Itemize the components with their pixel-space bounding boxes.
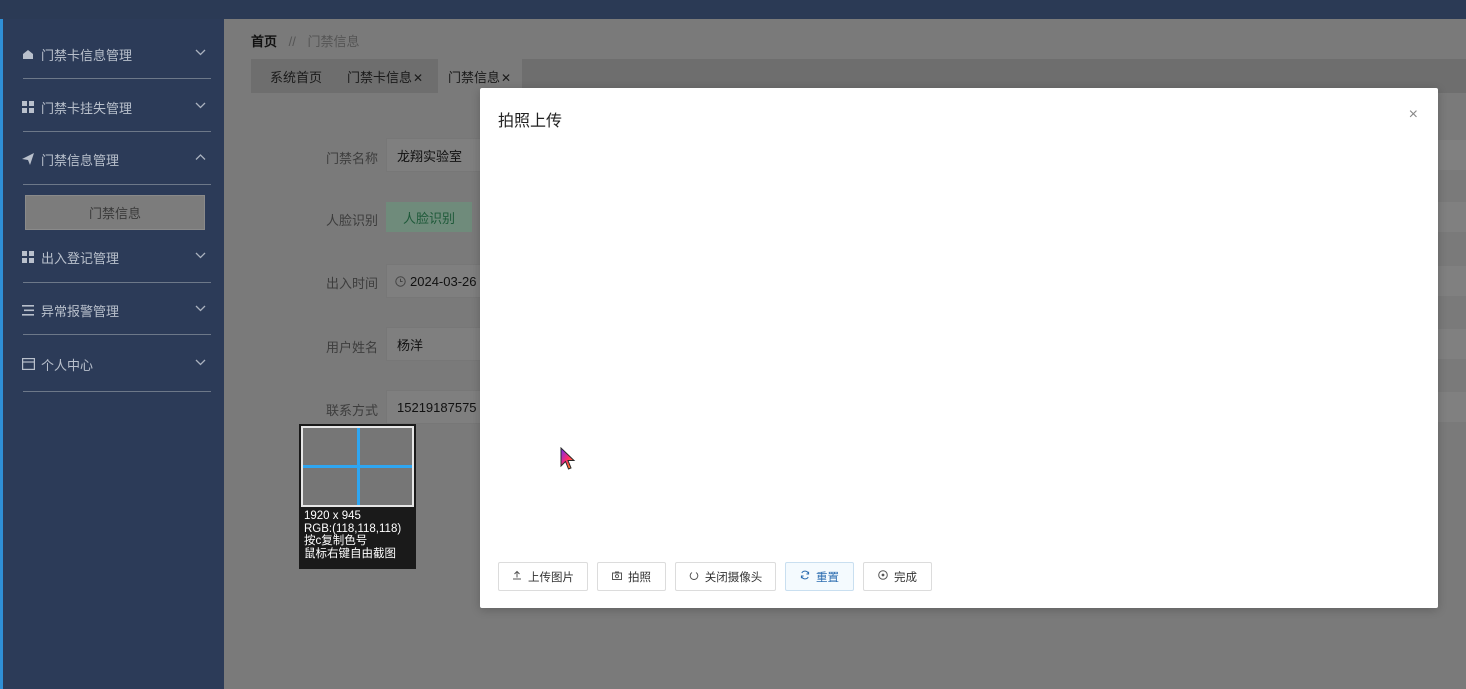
sidebar-item-label: 门禁卡挂失管理	[41, 100, 133, 116]
breadcrumb-home[interactable]: 首页	[251, 34, 277, 49]
divider	[23, 334, 211, 335]
contact-field[interactable]: 15219187575	[386, 390, 486, 424]
refresh-icon	[800, 570, 810, 583]
button-label: 完成	[894, 571, 917, 584]
contact-label: 联系方式	[326, 403, 379, 418]
top-bar	[0, 0, 1466, 19]
clock-icon	[395, 275, 406, 287]
entry-time-field[interactable]: 2024-03-26	[386, 264, 486, 298]
chevron-down-icon	[195, 357, 207, 369]
grid-icon	[21, 101, 35, 113]
face-recognition-button[interactable]: 人脸识别	[386, 202, 472, 232]
upload-icon	[512, 570, 522, 583]
sidebar-item-card-info[interactable]: 门禁卡信息管理	[21, 39, 211, 69]
upload-image-button[interactable]: 上传图片	[498, 562, 588, 591]
dialog-title: 拍照上传	[498, 113, 563, 130]
mouse-cursor-icon	[560, 446, 578, 476]
divider	[23, 391, 211, 392]
field-edge	[1438, 329, 1466, 359]
user-name-label: 用户姓名	[326, 340, 379, 355]
breadcrumb-separator: //	[288, 34, 296, 49]
tab-card-info[interactable]: 门禁卡信息✕	[347, 59, 423, 93]
grid-icon	[21, 251, 35, 263]
list-icon	[21, 304, 35, 316]
divider	[23, 282, 211, 283]
magnifier-hint-capture: 鼠标右键自由截图	[304, 547, 396, 560]
screenshot-magnifier: 1920 x 945 RGB:(118,118,118) 按c复制色号 鼠标右键…	[299, 424, 416, 569]
breadcrumb: 首页 // 门禁信息	[251, 31, 360, 50]
reset-button[interactable]: 重置	[785, 562, 854, 591]
sidebar-item-label: 异常报警管理	[41, 303, 120, 319]
home-icon	[21, 48, 35, 60]
access-name-label: 门禁名称	[326, 151, 379, 166]
tab-label: 门禁卡信息	[347, 70, 413, 85]
user-name-field[interactable]: 杨洋	[386, 327, 486, 361]
button-label: 重置	[816, 571, 839, 584]
crosshair-vertical	[357, 428, 360, 505]
magnifier-info: 1920 x 945 RGB:(118,118,118) 按c复制色号 鼠标右键…	[304, 510, 401, 560]
button-label: 上传图片	[528, 571, 574, 584]
sidebar-item-entry-log[interactable]: 出入登记管理	[21, 242, 211, 272]
tab-label: 门禁信息	[448, 70, 501, 85]
sidebar-item-alarm[interactable]: 异常报警管理	[21, 295, 211, 325]
divider	[23, 78, 211, 79]
magnifier-hint-copy: 按c复制色号	[304, 535, 368, 547]
photo-upload-dialog: 拍照上传 × 上传图片 拍照 关闭摄像头 重置 完成	[480, 88, 1438, 608]
sidebar-item-label: 出入登记管理	[41, 250, 120, 266]
sidebar-item-label: 门禁信息管理	[41, 152, 120, 168]
magnifier-size: 1920 x 945	[304, 510, 361, 522]
chevron-down-icon	[195, 100, 207, 112]
send-icon	[21, 153, 35, 165]
entry-time-label: 出入时间	[326, 276, 379, 291]
chevron-up-icon	[195, 152, 207, 164]
sidebar: 门禁卡信息管理 门禁卡挂失管理 门禁信息管理 门禁信息 出入登记管理 异常报警管…	[0, 19, 224, 689]
magnifier-rgb: RGB:(118,118,118)	[304, 522, 402, 535]
close-icon[interactable]: ×	[1409, 106, 1418, 124]
chevron-down-icon	[195, 250, 207, 262]
tab-home[interactable]: 系统首页	[270, 59, 322, 93]
entry-time-value: 2024-03-26	[410, 273, 477, 289]
sidebar-item-label: 门禁卡信息管理	[41, 47, 133, 63]
sidebar-item-profile[interactable]: 个人中心	[21, 349, 211, 379]
button-label: 关闭摄像头	[704, 571, 763, 584]
field-edge	[1438, 266, 1466, 296]
sidebar-item-access-info[interactable]: 门禁信息管理	[21, 144, 211, 174]
chevron-down-icon	[195, 303, 207, 315]
power-icon	[689, 570, 699, 583]
check-circle-icon	[878, 570, 888, 583]
breadcrumb-current: 门禁信息	[307, 34, 360, 49]
close-icon[interactable]: ✕	[501, 71, 511, 85]
sidebar-subitem-access-info[interactable]: 门禁信息	[25, 195, 205, 230]
capture-button[interactable]: 拍照	[597, 562, 666, 591]
camera-icon	[612, 571, 622, 583]
close-icon[interactable]: ✕	[413, 71, 423, 85]
chevron-down-icon	[195, 47, 207, 59]
sidebar-item-label: 个人中心	[41, 357, 94, 373]
done-button[interactable]: 完成	[863, 562, 932, 591]
divider	[23, 184, 211, 185]
tab-label: 系统首页	[270, 70, 323, 85]
close-camera-button[interactable]: 关闭摄像头	[675, 562, 776, 591]
field-edge	[1438, 392, 1466, 422]
face-recognition-label: 人脸识别	[326, 213, 379, 228]
magnifier-zoom-view	[301, 426, 414, 507]
access-name-field[interactable]: 龙翔实验室	[386, 138, 486, 172]
divider	[23, 131, 211, 132]
card-icon	[21, 358, 35, 370]
field-edge	[1438, 140, 1466, 170]
field-edge	[1438, 202, 1466, 232]
sidebar-item-card-loss[interactable]: 门禁卡挂失管理	[21, 92, 211, 122]
button-label: 拍照	[628, 571, 651, 584]
